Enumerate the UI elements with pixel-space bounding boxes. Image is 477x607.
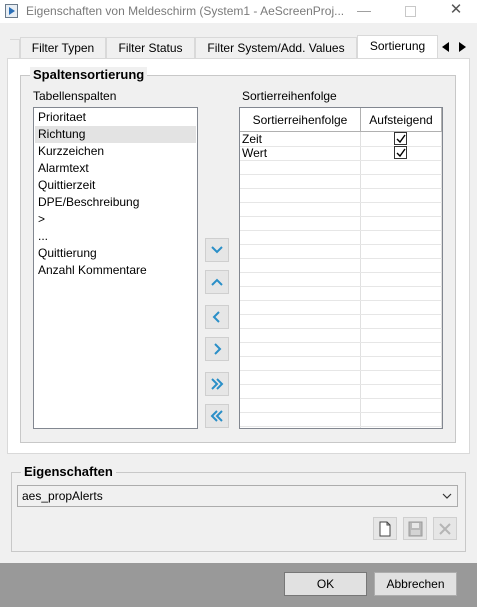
delete-properties-button[interactable] (433, 517, 457, 540)
properties-title: Eigenschaften (21, 464, 116, 480)
sort-order-label: Sortierreihenfolge (242, 89, 337, 103)
grid-row-line (240, 230, 442, 231)
grid-row-line (240, 384, 442, 385)
tab-scroll-left-button[interactable] (439, 37, 453, 57)
save-properties-button[interactable] (403, 517, 427, 540)
new-properties-button[interactable] (373, 517, 397, 540)
grid-row-line (240, 342, 442, 343)
table-columns-label: Tabellenspalten (33, 89, 117, 103)
checkmark-icon (396, 134, 406, 144)
move-right-button[interactable] (205, 337, 229, 361)
list-item[interactable]: Prioritaet (35, 109, 196, 126)
double-chevron-left-icon (210, 410, 223, 422)
save-icon (408, 521, 423, 537)
tab-scroll-right-button[interactable] (455, 37, 469, 57)
list-item[interactable]: DPE/Beschreibung (35, 194, 196, 211)
grid-row-line (240, 188, 442, 189)
tab-filter-status[interactable]: Filter Status (106, 37, 195, 59)
grid-row-line (240, 314, 442, 315)
new-document-icon (379, 521, 391, 537)
grid-row-line (240, 216, 442, 217)
cancel-button[interactable]: Abbrechen (374, 572, 457, 596)
list-item[interactable]: Anzahl Kommentare (35, 262, 196, 279)
list-item[interactable]: Kurzzeichen (35, 143, 196, 160)
ok-button[interactable]: OK (284, 572, 367, 596)
list-item[interactable]: Alarmtext (35, 160, 196, 177)
properties-group: Eigenschaften (11, 464, 466, 552)
list-item[interactable]: > (35, 211, 196, 228)
move-all-left-button[interactable] (205, 404, 229, 428)
grid-header: Sortierreihenfolge Aufsteigend (240, 108, 442, 132)
grid-row-line (240, 370, 442, 371)
tab-filter-system[interactable]: Filter System/Add. Values (195, 37, 357, 59)
grid-row-line (240, 258, 442, 259)
delete-icon (439, 523, 451, 535)
minimize-button[interactable]: — (349, 0, 379, 23)
double-chevron-right-icon (211, 378, 224, 390)
move-down-button[interactable] (205, 238, 229, 262)
tab-sortierung[interactable]: Sortierung (357, 35, 438, 60)
chevron-right-icon (214, 343, 222, 355)
grid-row-line (240, 398, 442, 399)
window-title: Eigenschaften von Meldeschirm (System1 -… (26, 4, 345, 18)
tab-filter-typen[interactable]: Filter Typen (20, 37, 106, 59)
move-left-button[interactable] (205, 305, 229, 329)
chevron-up-icon (211, 278, 223, 286)
properties-dropdown[interactable]: aes_propAlerts (17, 485, 458, 507)
grid-cell-order[interactable]: Wert (242, 146, 267, 160)
move-all-right-button[interactable] (205, 372, 229, 396)
ascending-checkbox[interactable] (394, 146, 407, 159)
chevron-down-icon (211, 246, 223, 254)
column-sorting-title: Spaltensortierung (30, 67, 148, 83)
tab-overflow-edge (10, 39, 20, 59)
grid-row-line (240, 272, 442, 273)
grid-row-line (240, 426, 442, 427)
grid-row-line (240, 300, 442, 301)
tab-strip: Filter Typen Filter Status Filter System… (0, 35, 477, 60)
grid-row-line (240, 202, 442, 203)
grid-cell-order[interactable]: Zeit (242, 132, 262, 146)
sort-order-grid[interactable]: Sortierreihenfolge Aufsteigend Zeit Wert (239, 107, 443, 429)
move-up-button[interactable] (205, 270, 229, 294)
grid-row-line (240, 328, 442, 329)
chevron-left-icon (212, 311, 220, 323)
table-columns-list[interactable]: Prioritaet Richtung Kurzzeichen Alarmtex… (33, 107, 198, 429)
grid-row-line (240, 146, 442, 147)
grid-row-line (240, 356, 442, 357)
grid-row-line (240, 412, 442, 413)
ascending-checkbox[interactable] (394, 132, 407, 145)
checkmark-icon (396, 148, 406, 158)
list-item[interactable]: Quittierung (35, 245, 196, 262)
maximize-button[interactable] (395, 0, 425, 23)
chevron-down-icon (442, 493, 452, 499)
title-bar: Eigenschaften von Meldeschirm (System1 -… (0, 0, 477, 23)
app-icon (5, 4, 18, 18)
grid-header-order[interactable]: Sortierreihenfolge (240, 108, 361, 132)
list-item[interactable]: Quittierzeit (35, 177, 196, 194)
grid-row-line (240, 174, 442, 175)
close-button[interactable]: ✕ (441, 0, 471, 23)
grid-row-line (240, 160, 442, 161)
grid-row-line (240, 286, 442, 287)
grid-row-line (240, 244, 442, 245)
list-item-selected[interactable]: Richtung (35, 126, 196, 143)
properties-dropdown-value: aes_propAlerts (22, 489, 103, 503)
list-item[interactable]: ... (35, 228, 196, 245)
grid-header-ascending[interactable]: Aufsteigend (361, 108, 442, 132)
